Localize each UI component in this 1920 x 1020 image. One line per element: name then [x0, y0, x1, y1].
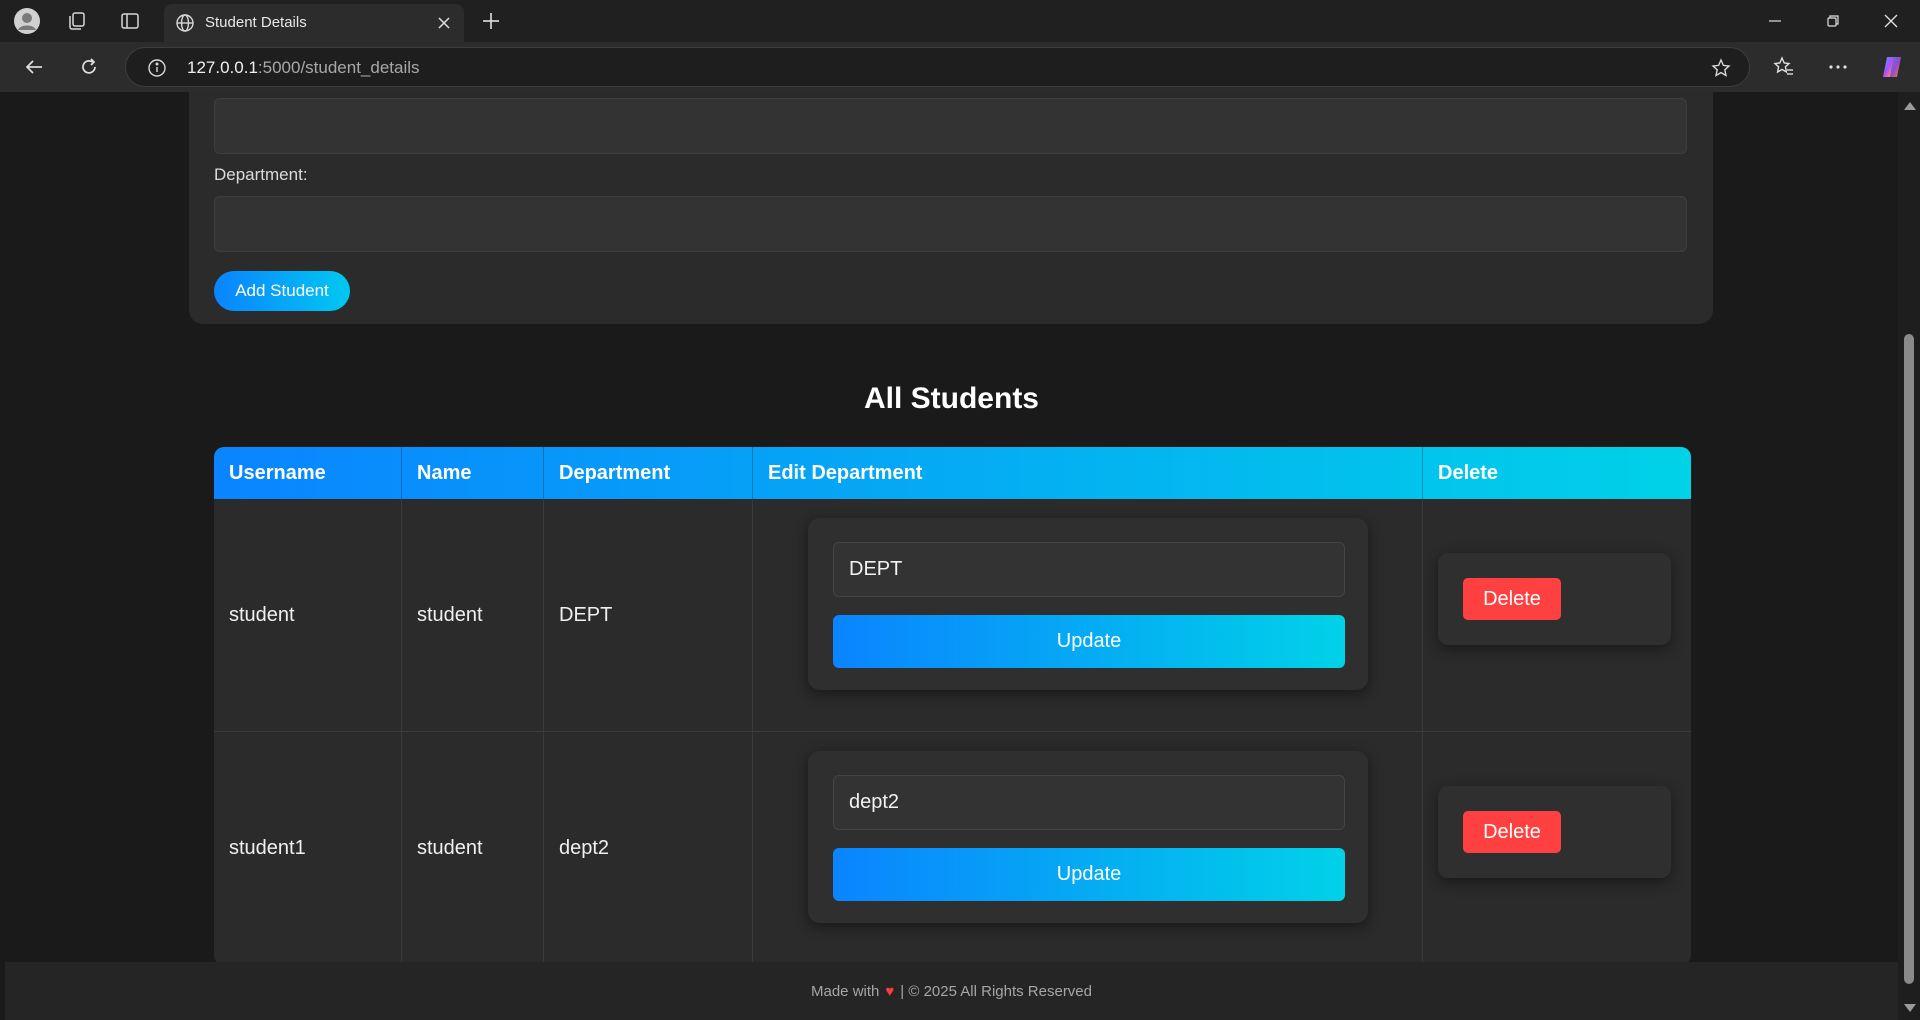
restore-icon[interactable]: [1808, 6, 1858, 36]
back-icon[interactable]: [16, 50, 52, 84]
department-input[interactable]: [214, 196, 1687, 252]
cell-edit-department: dept2 Update: [753, 732, 1423, 964]
tab-title: Student Details: [205, 14, 307, 31]
all-students-title: All Students: [863, 382, 1039, 415]
copilot-icon[interactable]: [1874, 50, 1910, 84]
delete-button[interactable]: Delete: [1463, 578, 1561, 620]
scroll-up-arrow-icon[interactable]: [1904, 102, 1916, 110]
browser-titlebar: Student Details: [0, 0, 1920, 42]
page-footer: Made with ♥ | © 2025 All Rights Reserved: [5, 962, 1898, 1020]
minimize-icon[interactable]: [1750, 6, 1800, 36]
update-button[interactable]: Update: [833, 615, 1345, 668]
add-student-form-card: Department: Add Student: [189, 92, 1713, 324]
cell-department: dept2: [544, 732, 753, 964]
edit-department-input[interactable]: DEPT: [833, 542, 1345, 597]
edit-department-form: DEPT Update: [808, 518, 1368, 690]
cell-delete: Delete: [1423, 732, 1691, 964]
footer-rights: | © 2025 All Rights Reserved: [900, 982, 1092, 1000]
more-options-icon[interactable]: [1820, 50, 1856, 84]
workspaces-icon[interactable]: [62, 6, 92, 36]
profile-avatar-icon[interactable]: [12, 6, 42, 36]
add-student-button[interactable]: Add Student: [214, 271, 350, 311]
cell-username: student1: [214, 732, 402, 964]
heart-icon: ♥: [885, 982, 895, 1000]
scroll-thumb[interactable]: [1904, 334, 1914, 984]
table-row: student1 student dept2 dept2 Update Dele…: [214, 732, 1691, 965]
page-viewport: Department: Add Student All Students Use…: [5, 92, 1898, 1020]
delete-form: Delete: [1438, 553, 1671, 645]
cell-department: DEPT: [544, 499, 753, 731]
cell-edit-department: DEPT Update: [753, 499, 1423, 731]
previous-field-input[interactable]: [214, 98, 1687, 154]
close-window-icon[interactable]: [1866, 6, 1916, 36]
department-label: Department:: [214, 165, 308, 184]
header-username: Username: [214, 447, 402, 499]
cell-delete: Delete: [1423, 499, 1691, 731]
reload-icon[interactable]: [71, 50, 107, 84]
cell-username: student: [214, 499, 402, 731]
footer-made-with: Made with: [811, 982, 880, 1000]
delete-form: Delete: [1438, 786, 1671, 878]
update-button[interactable]: Update: [833, 848, 1345, 901]
page-scrollbar[interactable]: [1898, 92, 1920, 1020]
url-text[interactable]: 127.0.0.1:5000/student_details: [187, 58, 420, 78]
close-tab-icon[interactable]: [434, 13, 454, 33]
cell-name: student: [402, 732, 544, 964]
tab-student-details[interactable]: Student Details: [164, 4, 464, 42]
scroll-down-arrow-icon[interactable]: [1904, 1004, 1916, 1012]
delete-button[interactable]: Delete: [1463, 811, 1561, 853]
table-row: student student DEPT DEPT Update Delete: [214, 499, 1691, 732]
url-host: 127.0.0.1: [187, 58, 258, 77]
favorites-icon[interactable]: [1766, 50, 1802, 84]
header-delete: Delete: [1438, 461, 1499, 484]
edit-department-form: dept2 Update: [808, 751, 1368, 923]
tab-actions-icon[interactable]: [115, 6, 145, 36]
edit-department-input[interactable]: dept2: [833, 775, 1345, 830]
header-edit-department: Edit Department: [753, 447, 1423, 499]
cell-name: student: [402, 499, 544, 731]
address-bar[interactable]: 127.0.0.1:5000/student_details: [125, 47, 1750, 87]
site-info-icon[interactable]: [146, 57, 168, 79]
table-header: Username Name Department Edit Department…: [214, 447, 1691, 499]
new-tab-icon[interactable]: [476, 6, 506, 36]
header-department: Department: [544, 447, 753, 499]
header-name: Name: [402, 447, 544, 499]
students-table: Username Name Department Edit Department…: [214, 447, 1691, 965]
favorite-star-icon[interactable]: [1709, 56, 1733, 80]
url-path: :5000/student_details: [257, 58, 420, 77]
browser-toolbar: 127.0.0.1:5000/student_details: [0, 42, 1920, 92]
globe-icon: [174, 12, 196, 34]
